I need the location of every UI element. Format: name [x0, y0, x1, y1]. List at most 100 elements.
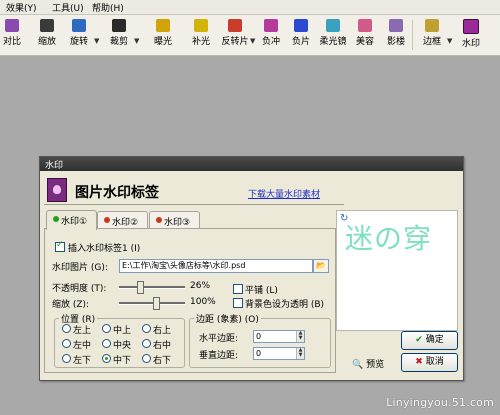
tile-label: 平铺 (L)	[245, 286, 278, 296]
toolbar: 对比 缩放 旋转 ▼ 裁剪 ▼ 曝光 补光 反转片 ▼ 负冲 负片 柔光镜 美容…	[0, 15, 500, 56]
negative-icon	[294, 19, 308, 32]
position-radio[interactable]	[142, 339, 151, 348]
opacity-slider-track[interactable]	[119, 286, 185, 289]
watermark-icon	[463, 19, 479, 34]
crop-icon	[112, 19, 126, 32]
position-radio-label: 右中	[153, 341, 172, 351]
close-icon: ✖	[415, 357, 423, 367]
v-margin-label: 垂直边距:	[199, 351, 239, 361]
toolbar-reversal-film-button[interactable]: 反转片	[220, 17, 250, 53]
toolbar-beauty-button[interactable]: 美容	[350, 17, 380, 53]
frame-dropdown-arrow[interactable]: ▼	[447, 37, 452, 45]
scale-slider-thumb[interactable]	[153, 297, 160, 310]
menu-help[interactable]: 帮助(H)	[92, 1, 124, 14]
toolbar-exposure-button[interactable]: 曝光	[148, 17, 178, 53]
tab-dot-icon	[104, 217, 110, 223]
preview-watermark-text: 迷の穿	[345, 222, 433, 255]
header-divider	[44, 204, 344, 205]
exposure-icon	[156, 19, 170, 32]
menu-bar: 效果(Y) 工具(U) 帮助(H)	[0, 0, 500, 15]
soft-focus-icon	[326, 19, 340, 32]
scale-slider-track[interactable]	[119, 302, 185, 305]
opacity-value: 26%	[190, 281, 211, 291]
toolbar-negative-button[interactable]: 负片	[286, 17, 316, 53]
v-margin-spinner[interactable]: 0 ▲ ▼	[253, 347, 305, 360]
position-radio[interactable]	[102, 354, 111, 363]
position-radio-label: 左上	[73, 326, 92, 336]
h-margin-value: 0	[256, 332, 262, 341]
bg-transparent-checkbox[interactable]	[233, 298, 243, 308]
resize-icon	[40, 19, 54, 32]
insert-watermark-label: 插入水印标签1 (I)	[68, 244, 141, 254]
toolbar-cross-process-button[interactable]: 负冲	[256, 17, 286, 53]
position-radio[interactable]	[62, 339, 71, 348]
toolbar-fill-light-button[interactable]: 补光	[186, 17, 216, 53]
download-watermark-link[interactable]: 下载大量水印素材	[248, 187, 320, 200]
position-radio[interactable]	[102, 324, 111, 333]
magnifier-icon: 🔍	[352, 360, 364, 370]
toolbar-rotate-button[interactable]: 旋转	[64, 17, 94, 53]
watermark-image-label: 水印图片 (G):	[52, 263, 108, 273]
toolbar-soft-focus-button[interactable]: 柔光镜	[318, 17, 348, 53]
toolbar-studio-button[interactable]: 影楼	[381, 17, 411, 53]
check-icon: ✔	[415, 335, 423, 345]
rotate-dropdown-arrow[interactable]: ▼	[94, 37, 99, 45]
tab-watermark-1[interactable]: 水印①	[46, 210, 97, 230]
tile-checkbox[interactable]	[233, 284, 243, 294]
beauty-icon	[358, 19, 372, 32]
toolbar-watermark-button[interactable]: 水印	[456, 17, 486, 53]
reversal-film-icon	[228, 19, 242, 32]
dialog-title-bar[interactable]: 水印	[40, 157, 463, 171]
studio-icon	[389, 19, 403, 32]
cancel-button[interactable]: ✖ 取消	[401, 353, 458, 372]
ok-button[interactable]: ✔ 确定	[401, 331, 458, 350]
toolbar-crop-button[interactable]: 裁剪	[104, 17, 134, 53]
scale-label: 缩放 (Z):	[52, 300, 90, 310]
opacity-label: 不透明度 (T):	[52, 284, 107, 294]
position-radio-label: 左中	[73, 341, 92, 351]
watermark-preview: ↻ 迷の穿	[336, 210, 458, 331]
toolbar-resize-button[interactable]: 缩放	[32, 17, 62, 53]
position-radio-label: 中下	[113, 356, 132, 366]
spin-arrows-icon[interactable]: ▲ ▼	[296, 331, 304, 342]
dialog-header-title: 图片水印标签	[75, 185, 159, 201]
reversal-dropdown-arrow[interactable]: ▼	[250, 37, 255, 45]
position-radio[interactable]	[62, 324, 71, 333]
spin-arrows-icon[interactable]: ▲ ▼	[296, 348, 304, 359]
position-radio[interactable]	[62, 354, 71, 363]
site-watermark: Linyingyou.51.com	[386, 396, 494, 409]
toolbar-frame-button[interactable]: 边框	[417, 17, 447, 53]
tab-watermark-3[interactable]: 水印③	[149, 211, 200, 229]
watermark-image-path-field[interactable]: E:\工作\淘宝\头像店标等\水印.psd	[119, 259, 313, 273]
position-radio-label: 中上	[113, 326, 132, 336]
bg-transparent-label: 背景色设为透明 (B)	[245, 300, 325, 310]
tab-dot-icon	[53, 216, 59, 222]
position-radio[interactable]	[142, 354, 151, 363]
folder-icon: 📂	[316, 261, 326, 270]
menu-tools[interactable]: 工具(U)	[52, 1, 84, 14]
cross-process-icon	[264, 19, 278, 32]
watermark-tag-icon	[47, 178, 67, 202]
position-radio-label: 左下	[73, 356, 92, 366]
position-radio[interactable]	[142, 324, 151, 333]
watermark-dialog: 水印 图片水印标签 下载大量水印素材 水印① 水印② 水印③ 插入水印标签1 (…	[39, 156, 464, 381]
v-margin-value: 0	[256, 349, 262, 358]
frame-icon	[425, 19, 439, 32]
insert-watermark-checkbox[interactable]	[55, 240, 65, 252]
position-radio-label: 中央	[113, 341, 132, 351]
menu-effects[interactable]: 效果(Y)	[6, 1, 37, 14]
browse-folder-button[interactable]: 📂	[313, 259, 329, 273]
h-margin-spinner[interactable]: 0 ▲ ▼	[253, 330, 305, 343]
opacity-slider-thumb[interactable]	[137, 281, 144, 294]
tab-watermark-2[interactable]: 水印②	[97, 211, 148, 229]
contrast-icon	[5, 19, 19, 32]
margin-group-title: 边距 (象素) (O)	[194, 312, 261, 325]
crop-dropdown-arrow[interactable]: ▼	[134, 37, 139, 45]
tab-dot-icon	[156, 217, 162, 223]
dialog-title: 水印	[45, 161, 64, 171]
preview-button[interactable]: 🔍 预览	[352, 357, 384, 370]
toolbar-contrast-button[interactable]: 对比	[0, 17, 27, 53]
position-radio[interactable]	[102, 339, 111, 348]
h-margin-label: 水平边距:	[199, 334, 239, 344]
position-radio-label: 右下	[153, 356, 172, 366]
